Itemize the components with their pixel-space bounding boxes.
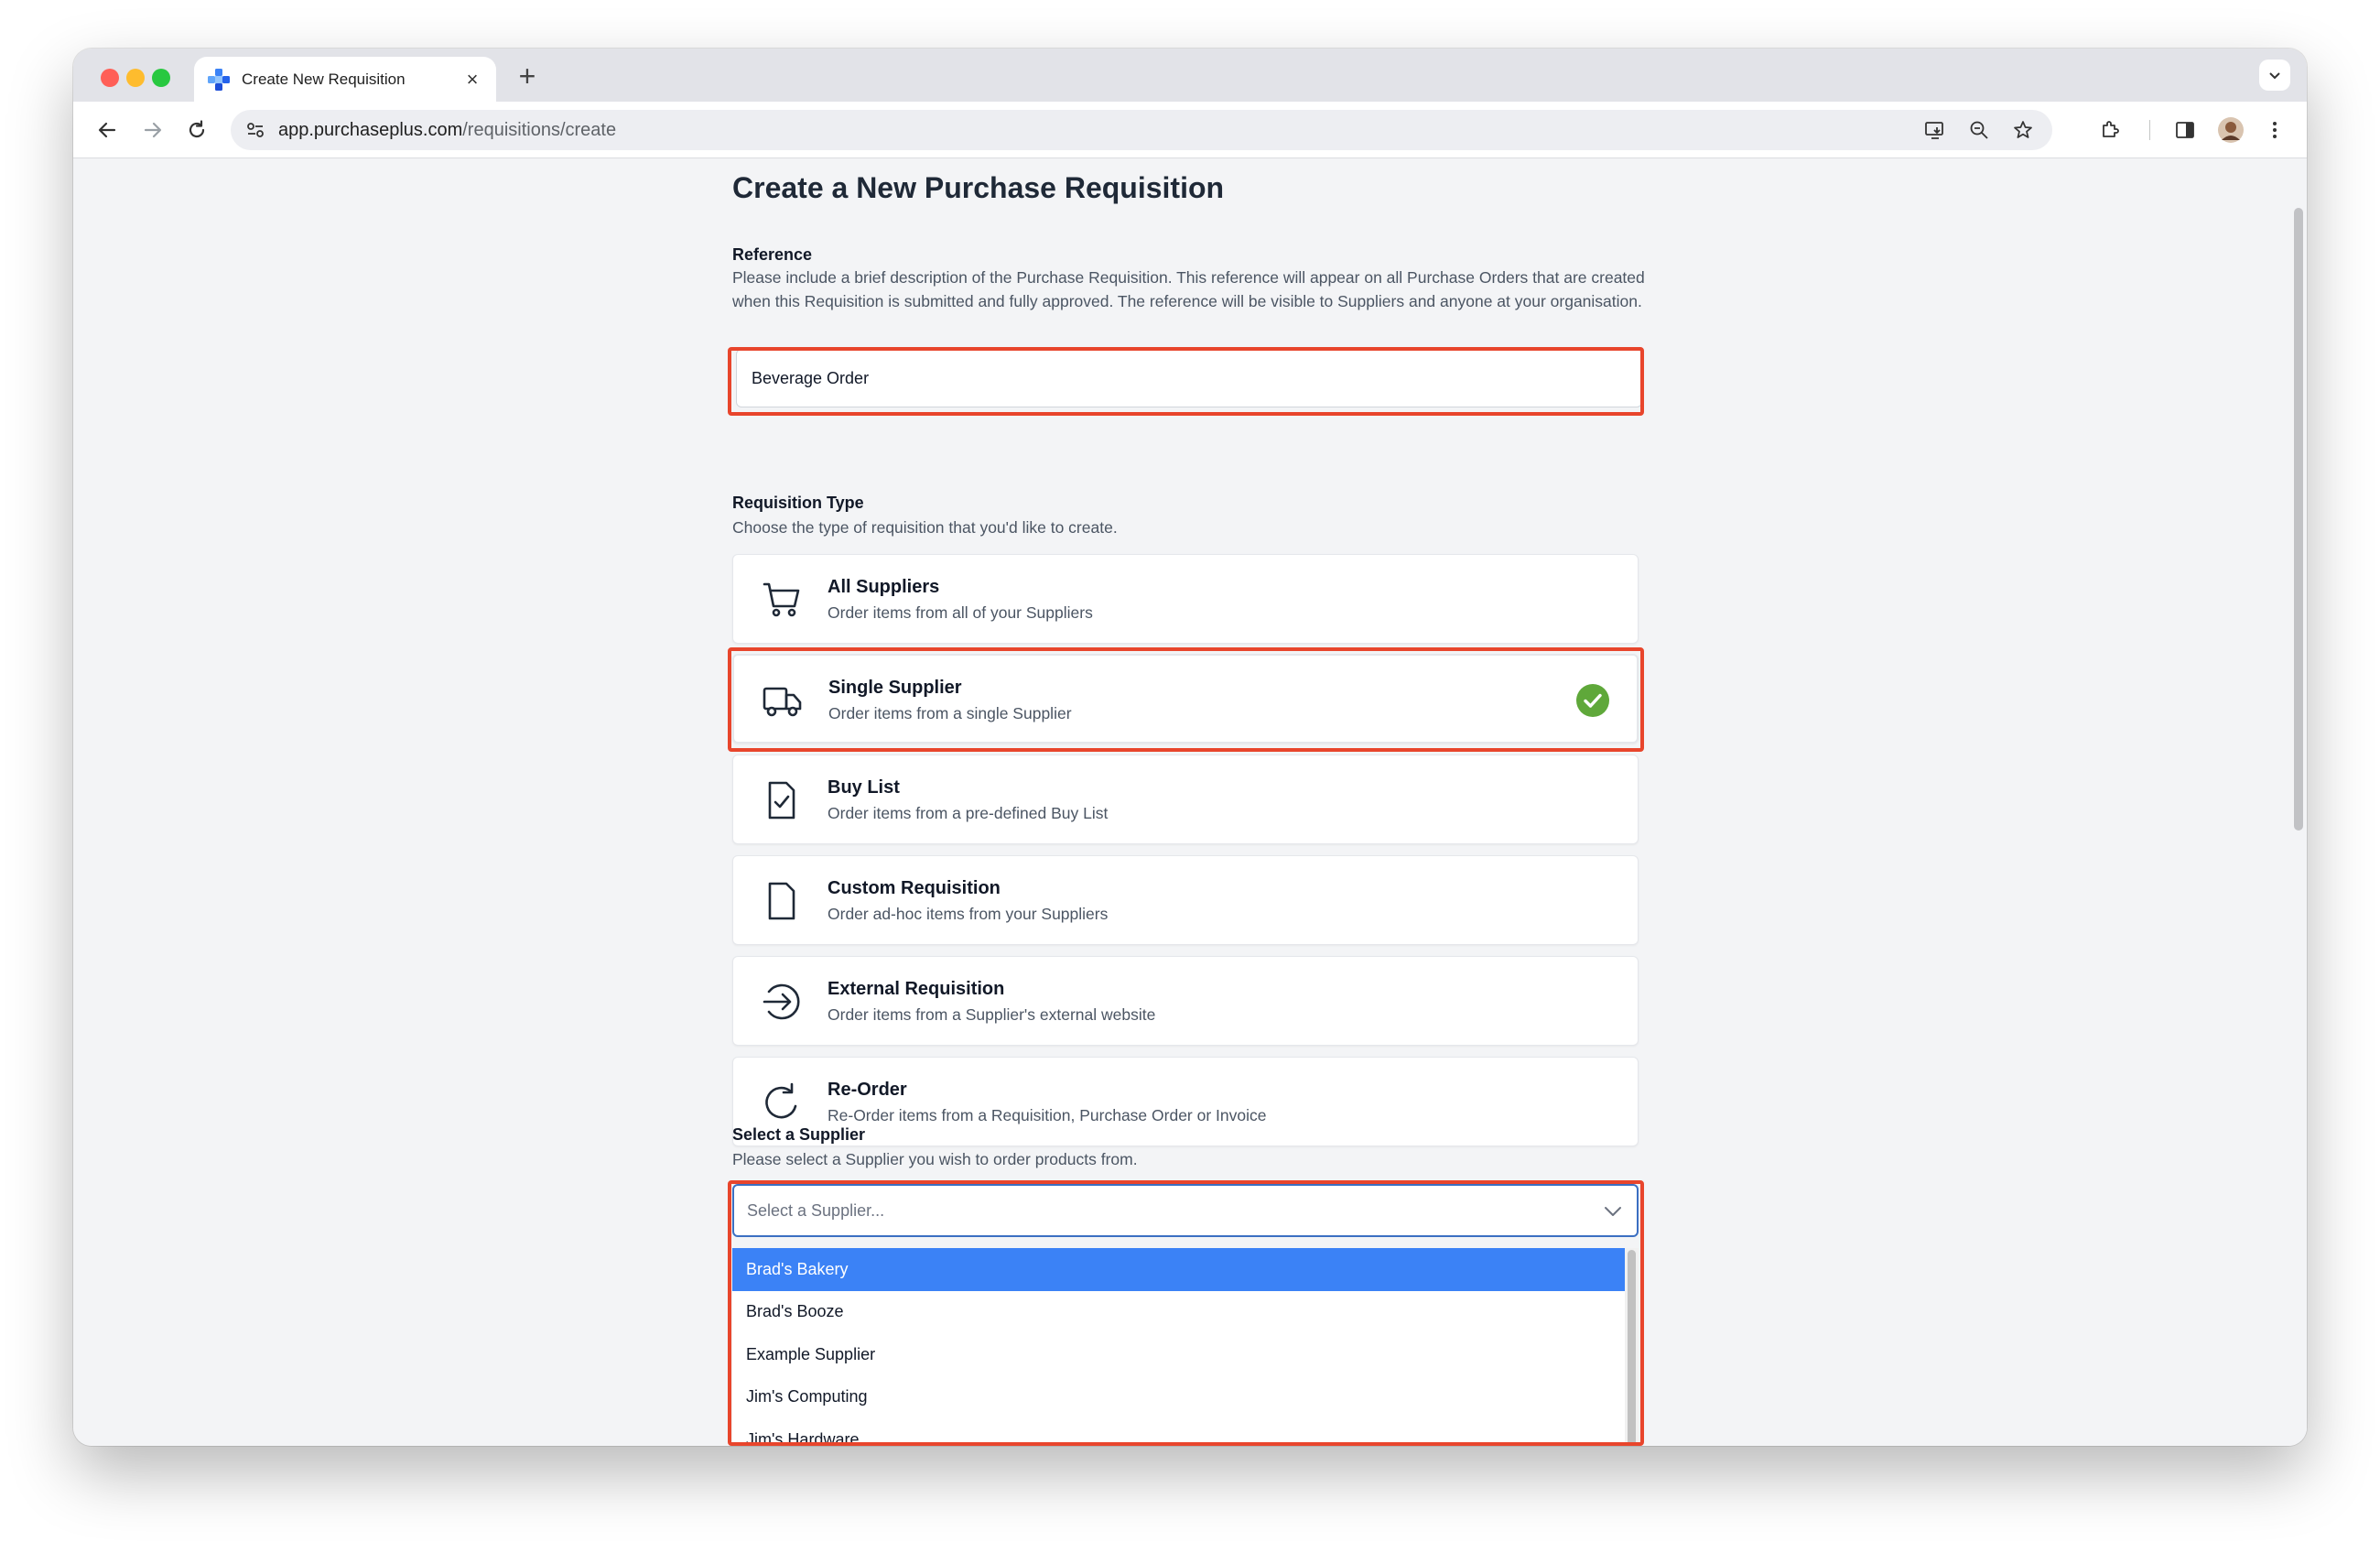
supplier-select-placeholder: Select a Supplier... — [747, 1200, 885, 1220]
arrow-left-icon — [98, 122, 116, 138]
supplier-select[interactable]: Select a Supplier... — [732, 1184, 1639, 1237]
page-title: Create a New Purchase Requisition — [732, 171, 1225, 204]
purchaseplus-favicon-icon — [207, 68, 231, 92]
reference-label: Reference — [732, 245, 813, 264]
avatar-icon — [2218, 117, 2244, 143]
tab-title: Create New Requisition — [242, 70, 406, 88]
supplier-description: Please select a Supplier you wish to ord… — [732, 1150, 1138, 1168]
browser-toolbar: app.purchaseplus.com/requisitions/create — [73, 102, 2307, 158]
arrow-right-circle-icon — [763, 983, 800, 1020]
supplier-option[interactable]: Brad's Bakery — [732, 1248, 1625, 1291]
reload-icon — [189, 120, 205, 138]
arrow-right-icon — [144, 122, 162, 138]
supplier-option[interactable]: Brad's Booze — [732, 1291, 1625, 1334]
side-panel-icon — [2176, 122, 2194, 138]
option-subtitle: Order items from a single Supplier — [828, 704, 1072, 722]
extensions-button[interactable] — [2094, 114, 2126, 146]
reload-button[interactable] — [181, 114, 212, 146]
new-tab-button[interactable]: + — [511, 60, 544, 92]
cart-icon — [763, 582, 800, 617]
requisition-type-all-suppliers[interactable]: All Suppliers Order items from all of yo… — [732, 554, 1639, 644]
more-vertical-icon — [2273, 122, 2277, 138]
address-bar-actions — [1920, 115, 2038, 145]
option-subtitle: Order items from a Supplier's external w… — [828, 1005, 1156, 1024]
tab-search-button[interactable] — [2259, 60, 2290, 91]
toolbar-divider — [2149, 120, 2150, 140]
url-path: /requisitions/create — [462, 119, 617, 140]
bookmark-star-icon[interactable] — [2008, 115, 2038, 145]
check-circle-icon — [1576, 684, 1609, 717]
option-title: Buy List — [828, 777, 900, 798]
requisition-type-buy-list[interactable]: Buy List Order items from a pre-defined … — [732, 755, 1639, 844]
requisition-type-single-supplier[interactable]: Single Supplier Order items from a singl… — [732, 654, 1639, 744]
puzzle-icon — [2103, 121, 2119, 137]
site-settings-icon[interactable] — [245, 120, 265, 140]
option-subtitle: Order items from a pre-defined Buy List — [828, 804, 1109, 822]
side-panel-button[interactable] — [2169, 114, 2201, 146]
option-subtitle: Re-Order items from a Requisition, Purch… — [828, 1106, 1267, 1124]
url-text: app.purchaseplus.com/requisitions/create — [278, 120, 616, 141]
tab-close-button[interactable]: × — [461, 68, 483, 92]
page-scrollbar-thumb[interactable] — [2294, 208, 2303, 831]
requisition-type-external[interactable]: External Requisition Order items from a … — [732, 956, 1639, 1046]
zoom-icon[interactable] — [1964, 115, 1994, 145]
minimize-window-button[interactable] — [126, 69, 145, 87]
browser-window: Create New Requisition × + app.purchasep… — [73, 49, 2307, 1446]
tab-strip: Create New Requisition × + — [73, 49, 2307, 102]
option-title: Re-Order — [828, 1080, 907, 1100]
dropdown-scrollbar[interactable] — [1625, 1248, 1639, 1446]
option-subtitle: Order ad-hoc items from your Suppliers — [828, 905, 1109, 923]
url-host: app.purchaseplus.com — [278, 119, 463, 140]
option-title: All Suppliers — [828, 577, 940, 597]
supplier-option[interactable]: Jim's Computing — [732, 1376, 1625, 1419]
requisition-type-label: Requisition Type — [732, 494, 864, 512]
refresh-icon — [765, 1082, 797, 1119]
requisition-type-reorder[interactable]: Re-Order Re-Order items from a Requisiti… — [732, 1057, 1639, 1146]
reference-input[interactable]: Beverage Order — [736, 349, 1642, 407]
document-icon — [768, 882, 795, 920]
browser-tab-active[interactable]: Create New Requisition × — [194, 57, 496, 102]
requisition-type-description: Choose the type of requisition that you'… — [732, 518, 1118, 537]
supplier-dropdown-list: Brad's Bakery Brad's Booze Example Suppl… — [732, 1248, 1639, 1446]
option-title: Single Supplier — [828, 678, 962, 698]
back-button[interactable] — [92, 114, 123, 146]
forward-button[interactable] — [137, 114, 168, 146]
dropdown-scrollbar-thumb[interactable] — [1628, 1250, 1636, 1446]
supplier-option[interactable]: Jim's Hardware — [732, 1418, 1625, 1446]
close-window-button[interactable] — [101, 69, 119, 87]
chevron-down-icon — [2269, 72, 2280, 80]
maximize-window-button[interactable] — [152, 69, 170, 87]
document-check-icon — [768, 781, 795, 820]
install-app-icon[interactable] — [1920, 115, 1950, 145]
page-scrollbar[interactable] — [2288, 158, 2307, 1446]
supplier-label: Select a Supplier — [732, 1125, 866, 1144]
option-subtitle: Order items from all of your Suppliers — [828, 603, 1093, 622]
requisition-type-custom[interactable]: Custom Requisition Order ad-hoc items fr… — [732, 855, 1639, 945]
chevron-down-icon — [1605, 1207, 1621, 1216]
profile-avatar[interactable] — [2215, 114, 2246, 146]
page-viewport: Create a New Purchase Requisition Refere… — [73, 158, 2307, 1446]
truck-icon — [763, 687, 802, 717]
option-title: Custom Requisition — [828, 878, 1001, 898]
option-title: External Requisition — [828, 979, 1005, 999]
browser-menu-button[interactable] — [2259, 114, 2290, 146]
supplier-option[interactable]: Example Supplier — [732, 1333, 1625, 1376]
address-bar[interactable]: app.purchaseplus.com/requisitions/create — [231, 110, 2052, 150]
reference-description: Please include a brief description of th… — [732, 268, 1645, 310]
